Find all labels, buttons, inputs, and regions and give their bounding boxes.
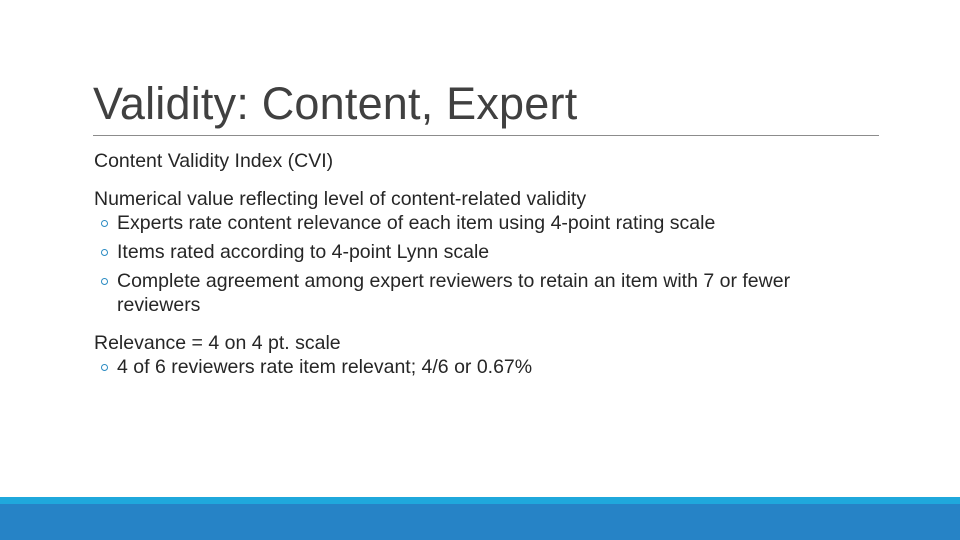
title-divider (93, 135, 879, 136)
bullet-text: Experts rate content relevance of each i… (117, 212, 716, 234)
bullet-text: Items rated according to 4-point Lynn sc… (117, 241, 490, 263)
slide: Validity: Content, Expert Content Validi… (0, 0, 960, 540)
bullet-text: Complete agreement among expert reviewer… (117, 270, 791, 316)
hollow-circle-bullet-icon (101, 249, 108, 256)
footer-bar (0, 504, 960, 540)
bullet-item: Complete agreement among expert reviewer… (94, 269, 837, 317)
section-cvi: Numerical value reflecting level of cont… (94, 187, 894, 317)
slide-title: Validity: Content, Expert (93, 78, 578, 129)
bullet-item: Items rated according to 4-point Lynn sc… (94, 240, 894, 264)
bullet-text: 4 of 6 reviewers rate item relevant; 4/6… (117, 356, 533, 378)
footer-accent-strip (0, 497, 960, 504)
subheading: Content Validity Index (CVI) (94, 150, 334, 172)
section-text: Numerical value reflecting level of cont… (94, 188, 587, 210)
bullet-item: 4 of 6 reviewers rate item relevant; 4/6… (94, 355, 894, 379)
hollow-circle-bullet-icon (101, 220, 108, 227)
bullet-item: Experts rate content relevance of each i… (94, 211, 894, 235)
section-text: Relevance = 4 on 4 pt. scale (94, 332, 341, 354)
slide-body: Content Validity Index (CVI) Numerical v… (94, 149, 894, 379)
hollow-circle-bullet-icon (101, 364, 108, 371)
hollow-circle-bullet-icon (101, 278, 108, 285)
section-relevance: Relevance = 4 on 4 pt. scale 4 of 6 revi… (94, 331, 894, 379)
